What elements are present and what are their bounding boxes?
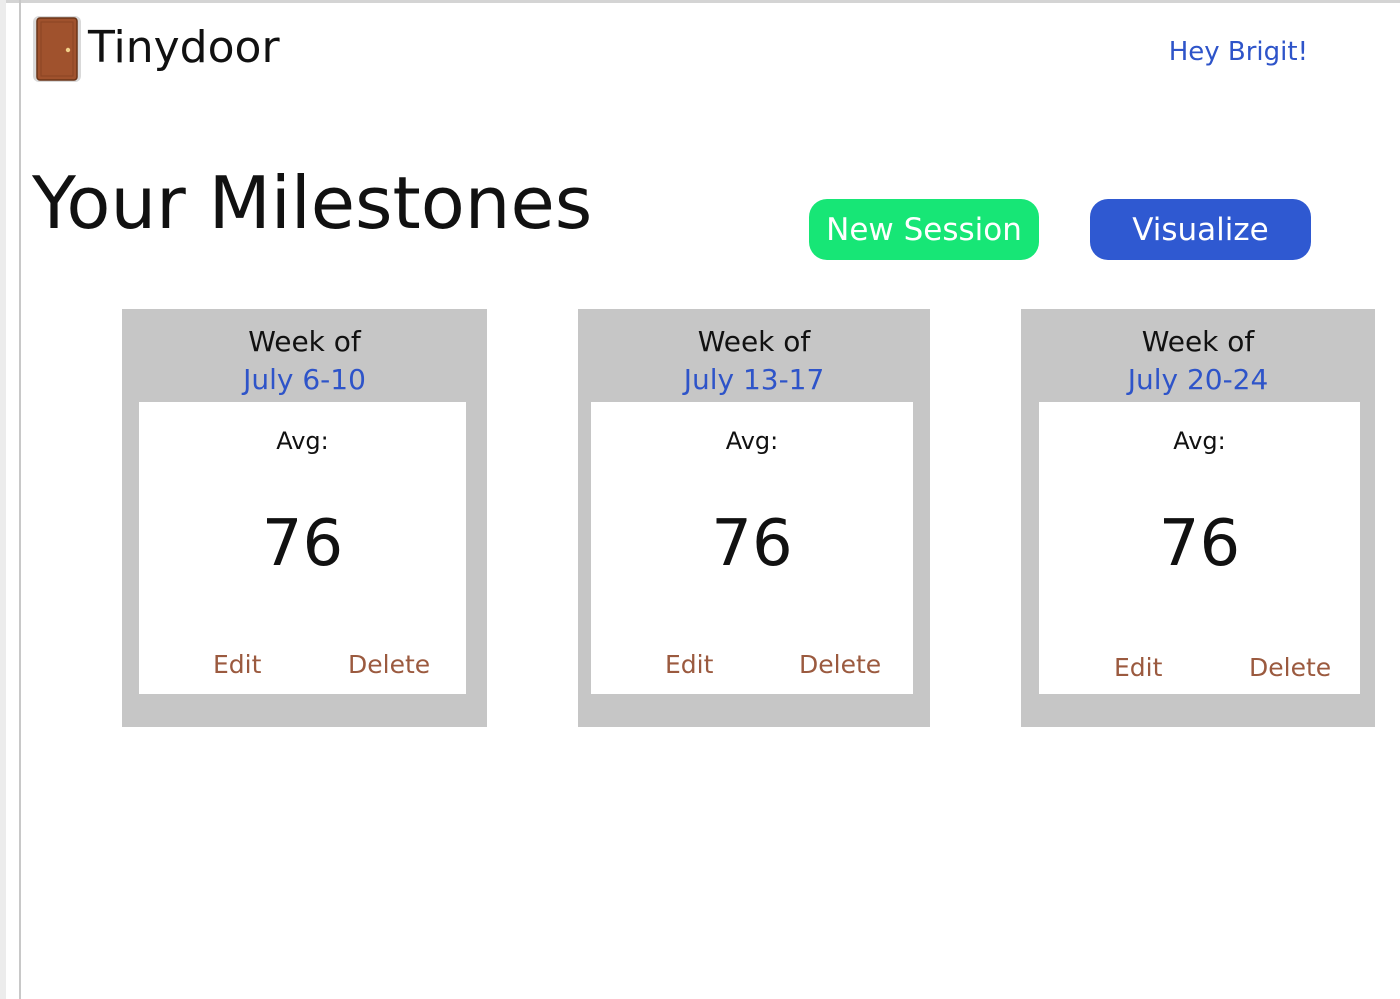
delete-button[interactable]: Delete	[348, 648, 430, 682]
avg-value: 76	[1158, 507, 1241, 581]
card-header: Week of July 20-24	[1021, 323, 1375, 399]
card-week-label: Week of	[248, 325, 361, 358]
card-week-label: Week of	[1141, 325, 1255, 358]
card-header: Week of July 13-17	[578, 323, 930, 399]
window-left-divider	[19, 0, 21, 999]
edit-button[interactable]: Edit	[213, 648, 261, 682]
door-icon[interactable]	[32, 14, 82, 84]
delete-button[interactable]: Delete	[799, 648, 881, 682]
milestone-card: Week of July 6-10 Avg: 76 Edit Delete	[122, 309, 487, 727]
avg-label: Avg:	[725, 427, 779, 455]
page-title: Your Milestones	[32, 161, 593, 245]
card-body: Avg: 76 Edit Delete	[591, 402, 913, 694]
milestone-card: Week of July 20-24 Avg: 76 Edit Delete	[1021, 309, 1375, 727]
avg-value: 76	[261, 507, 344, 581]
milestone-card: Week of July 13-17 Avg: 76 Edit Delete	[578, 309, 930, 727]
window-left-edge	[0, 0, 6, 999]
avg-value: 76	[711, 507, 793, 581]
card-header: Week of July 6-10	[122, 323, 487, 399]
avg-label: Avg:	[1173, 427, 1226, 455]
edit-button[interactable]: Edit	[1114, 651, 1162, 685]
card-body: Avg: 76 Edit Delete	[139, 402, 466, 694]
visualize-button[interactable]: Visualize	[1090, 199, 1311, 260]
delete-button[interactable]: Delete	[1249, 651, 1331, 685]
card-body: Avg: 76 Edit Delete	[1039, 402, 1360, 694]
new-session-button[interactable]: New Session	[809, 199, 1039, 260]
avg-label: Avg:	[276, 427, 329, 455]
card-week-label: Week of	[697, 325, 811, 358]
card-week-dates: July 13-17	[683, 363, 825, 396]
card-week-dates: July 20-24	[1127, 363, 1269, 396]
user-greeting[interactable]: Hey Brigit!	[1169, 34, 1308, 70]
brand-name[interactable]: Tinydoor	[88, 20, 280, 76]
card-week-dates: July 6-10	[243, 363, 366, 396]
window-top-border	[0, 0, 1400, 3]
edit-button[interactable]: Edit	[665, 648, 713, 682]
